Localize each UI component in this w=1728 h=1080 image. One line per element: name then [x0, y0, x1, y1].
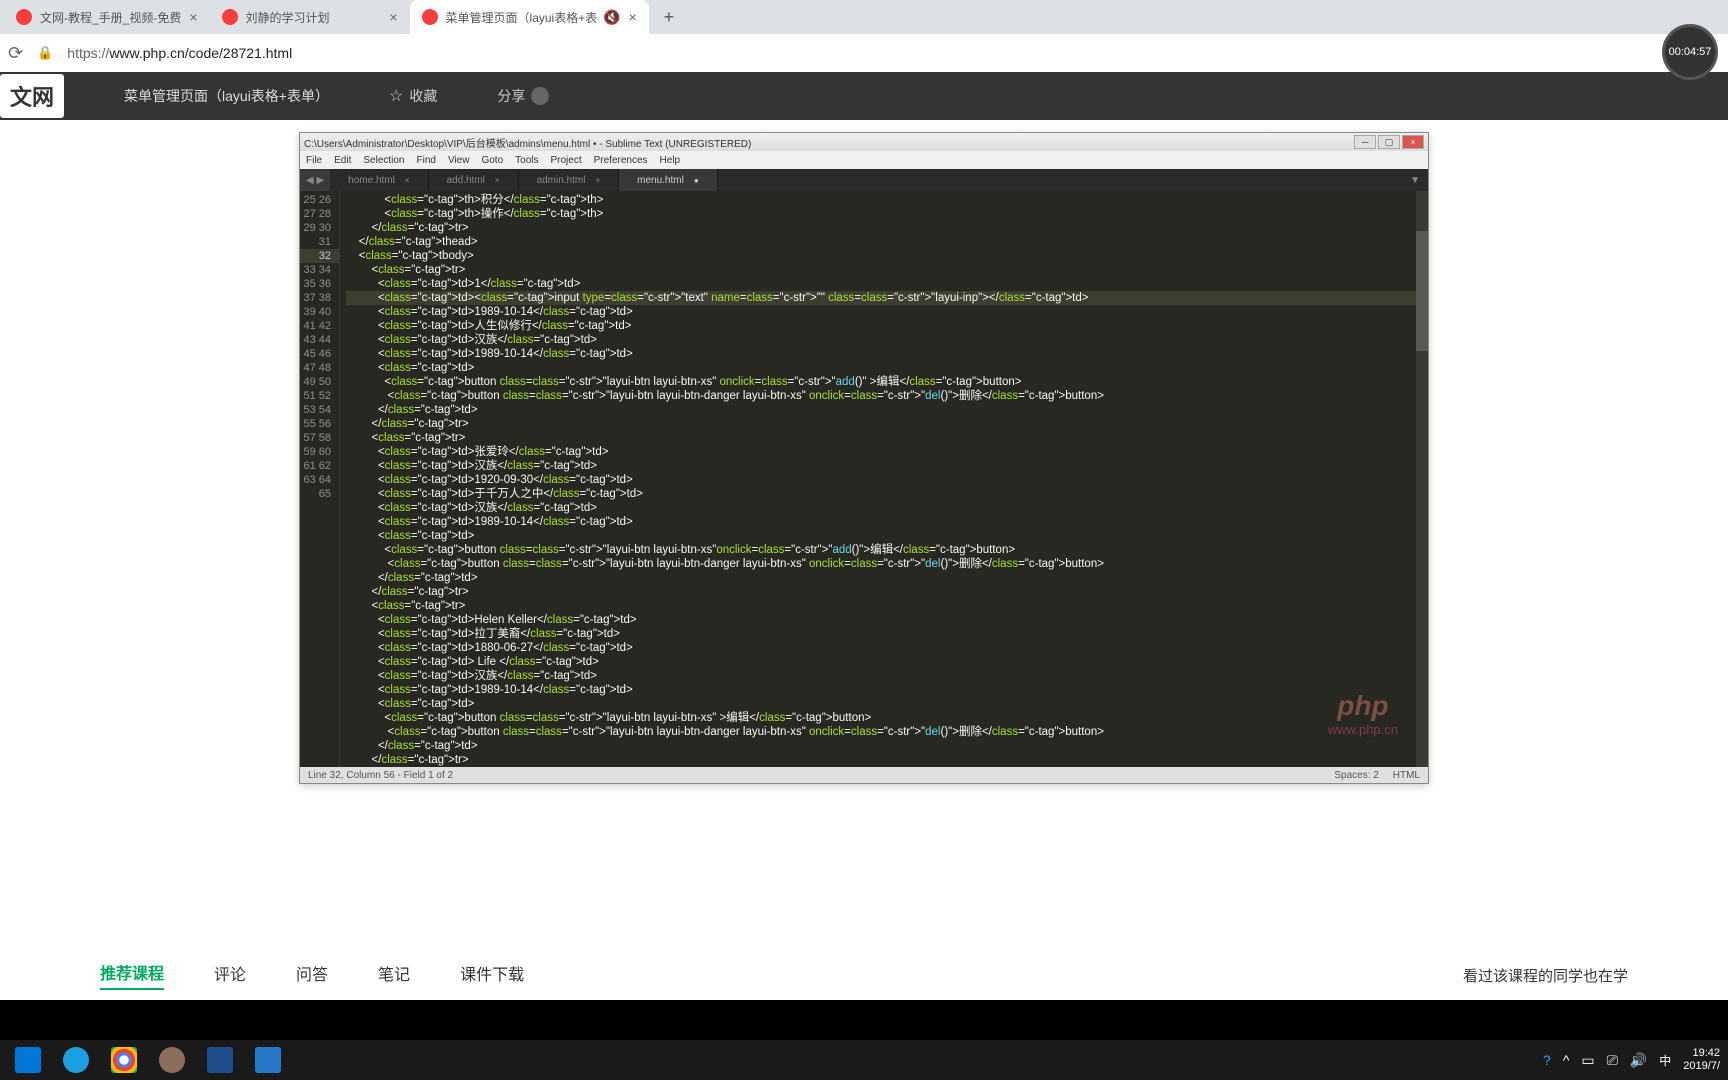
tab-nav-arrows[interactable]: ◀ ▶ — [300, 169, 330, 191]
window-controls: ─ ▢ × — [1354, 135, 1424, 149]
star-icon: ☆ — [389, 86, 403, 106]
code-editor[interactable]: <class="c-tag">th>积分</class="c-tag">th> … — [340, 191, 1416, 767]
favorite-button[interactable]: ☆收藏 — [389, 86, 437, 106]
watermark-brand: php — [1328, 690, 1398, 722]
help-icon[interactable]: ? — [1543, 1052, 1551, 1068]
tab-qa[interactable]: 问答 — [296, 961, 328, 989]
menu-view[interactable]: View — [448, 155, 470, 166]
menu-help[interactable]: Help — [660, 155, 681, 166]
status-lang[interactable]: HTML — [1393, 770, 1420, 781]
site-header: 文网 菜单管理页面（layui表格+表单） ☆收藏 分享 — [0, 72, 1728, 120]
tab-recommended[interactable]: 推荐课程 — [100, 960, 164, 990]
minimize-button[interactable]: ─ — [1354, 135, 1376, 149]
editor-tab-3[interactable]: menu.html● — [619, 169, 718, 191]
course-tabs: 推荐课程 评论 问答 笔记 课件下载 看过该课程的同学也在学 — [0, 940, 1728, 1000]
tab-downloads[interactable]: 课件下载 — [460, 961, 524, 989]
url-input[interactable]: https://www.php.cn/code/28721.html — [67, 45, 1720, 61]
menu-selection[interactable]: Selection — [363, 155, 404, 166]
start-button[interactable] — [4, 1040, 52, 1080]
close-button[interactable]: × — [1402, 135, 1424, 149]
menu-edit[interactable]: Edit — [334, 155, 351, 166]
system-tray: ? ^ ▭ ⎚ 🔊 中 19:42 2019/7/ — [1543, 1047, 1724, 1073]
menu-bar: File Edit Selection Find View Goto Tools… — [300, 151, 1428, 169]
window-title: C:\Users\Administrator\Desktop\VIP\后台模板\… — [304, 135, 751, 150]
favicon-php-icon — [422, 9, 438, 25]
tab-notes[interactable]: 笔记 — [378, 961, 410, 989]
status-position[interactable]: Line 32, Column 56 - Field 1 of 2 — [308, 770, 453, 781]
status-bar: Line 32, Column 56 - Field 1 of 2 Spaces… — [300, 767, 1428, 783]
editor-tab-2[interactable]: admin.html× — [519, 169, 620, 191]
lock-icon[interactable]: 🔒 — [37, 45, 53, 61]
watermark-url: www.php.cn — [1328, 722, 1398, 737]
chevron-up-icon[interactable]: ^ — [1563, 1052, 1570, 1068]
editor-tab-bar: ◀ ▶ home.html× add.html× admin.html× men… — [300, 169, 1428, 191]
menu-tools[interactable]: Tools — [515, 155, 538, 166]
mute-icon[interactable]: 🔇 — [603, 9, 620, 26]
taskbar-chrome[interactable] — [100, 1040, 148, 1080]
browser-tab-strip: 文网-教程_手册_视频-免费 × 刘静的学习计划 × 菜单管理页面（layui表… — [0, 0, 1728, 34]
menu-find[interactable]: Find — [417, 155, 436, 166]
taskbar-app-4[interactable] — [196, 1040, 244, 1080]
close-icon[interactable]: × — [629, 9, 637, 25]
tab-title: 文网-教程_手册_视频-免费 — [40, 9, 181, 26]
menu-file[interactable]: File — [306, 155, 322, 166]
reload-button[interactable]: ⟳ — [8, 43, 23, 64]
related-title: 看过该课程的同学也在学 — [1463, 965, 1628, 986]
favicon-php-icon — [222, 9, 238, 25]
clock[interactable]: 19:42 2019/7/ — [1683, 1047, 1720, 1073]
tab-title: 菜单管理页面（layui表格+表 — [446, 9, 598, 26]
breadcrumb: 菜单管理页面（layui表格+表单） — [124, 86, 329, 106]
taskbar-app-1[interactable] — [52, 1040, 100, 1080]
sublime-window: C:\Users\Administrator\Desktop\VIP\后台模板\… — [299, 132, 1429, 784]
network-icon[interactable]: ⎚ — [1607, 1052, 1618, 1069]
menu-goto[interactable]: Goto — [481, 155, 503, 166]
window-titlebar[interactable]: C:\Users\Administrator\Desktop\VIP\后台模板\… — [300, 133, 1428, 151]
browser-tab-1[interactable]: 刘静的学习计划 × — [210, 0, 410, 34]
tab-title: 刘静的学习计划 — [246, 9, 382, 26]
editor-tab-0[interactable]: home.html× — [330, 169, 428, 191]
browser-tab-0[interactable]: 文网-教程_手册_视频-免费 × — [4, 0, 210, 34]
menu-project[interactable]: Project — [551, 155, 582, 166]
share-icon — [531, 87, 549, 105]
scrollbar[interactable] — [1416, 191, 1428, 767]
new-tab-button[interactable]: + — [655, 3, 683, 31]
battery-icon[interactable]: ▭ — [1581, 1052, 1594, 1069]
taskbar-app-3[interactable] — [148, 1040, 196, 1080]
url-bar: ⟳ 🔒 https://www.php.cn/code/28721.html — [0, 34, 1728, 72]
close-icon[interactable]: × — [189, 9, 197, 25]
site-logo[interactable]: 文网 — [0, 74, 64, 118]
volume-icon[interactable]: 🔊 — [1630, 1052, 1647, 1069]
recording-timer: 00:04:57 — [1662, 24, 1718, 80]
taskbar-app-5[interactable] — [244, 1040, 292, 1080]
tab-overflow-icon[interactable]: ▼ — [1402, 175, 1428, 186]
menu-preferences[interactable]: Preferences — [594, 155, 648, 166]
editor-body: 25 26 27 28 29 30 31 32 33 34 35 36 37 3… — [300, 191, 1428, 767]
tab-comments[interactable]: 评论 — [214, 961, 246, 989]
scroll-thumb[interactable] — [1416, 231, 1428, 351]
line-gutter[interactable]: 25 26 27 28 29 30 31 32 33 34 35 36 37 3… — [300, 191, 340, 767]
status-right: Spaces: 2 HTML — [1334, 770, 1420, 781]
ime-indicator[interactable]: 中 — [1659, 1052, 1671, 1069]
browser-tab-2[interactable]: 菜单管理页面（layui表格+表 🔇 × — [410, 0, 649, 34]
editor-tab-1[interactable]: add.html× — [429, 169, 519, 191]
share-button[interactable]: 分享 — [497, 86, 549, 106]
status-spaces[interactable]: Spaces: 2 — [1334, 770, 1378, 781]
close-icon[interactable]: × — [389, 9, 397, 25]
maximize-button[interactable]: ▢ — [1378, 135, 1400, 149]
watermark: php www.php.cn — [1328, 690, 1398, 737]
page-main: C:\Users\Administrator\Desktop\VIP\后台模板\… — [0, 120, 1728, 940]
windows-taskbar: ? ^ ▭ ⎚ 🔊 中 19:42 2019/7/ — [0, 1040, 1728, 1080]
favicon-php-icon — [16, 9, 32, 25]
